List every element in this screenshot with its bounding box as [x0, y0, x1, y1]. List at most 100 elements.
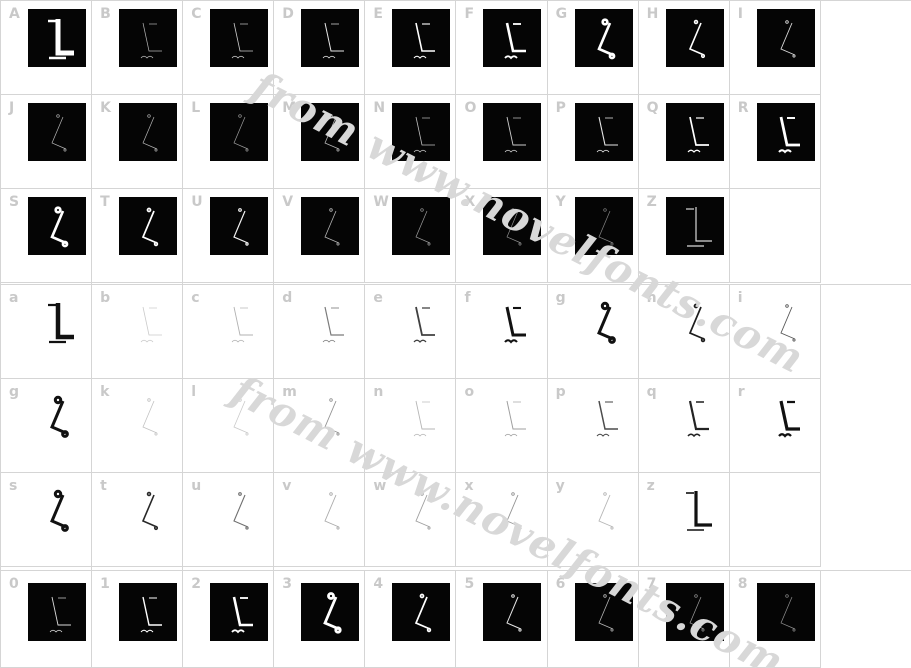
cell-label: s — [9, 478, 18, 494]
glyph-cell-lowercase-p[interactable]: p — [547, 379, 639, 473]
glyph-cell-lowercase-v[interactable]: v — [274, 473, 366, 567]
glyph-cell-lowercase-b[interactable]: b — [92, 285, 184, 379]
glyph-cell-uppercase-M[interactable]: M — [274, 95, 366, 189]
cell-label: W — [373, 194, 389, 210]
glyph-cell-lowercase-u[interactable]: u — [183, 473, 275, 567]
glyph-cell-uppercase-Y[interactable]: Y — [547, 189, 639, 283]
glyph-tile — [666, 293, 724, 351]
glyph-cell-digits-1[interactable]: 1 — [92, 571, 184, 668]
cell-label: t — [100, 478, 107, 494]
glyph-cell-lowercase-f[interactable]: f — [456, 285, 548, 379]
glyph-tile — [574, 103, 633, 161]
cell-label: G — [555, 6, 568, 22]
cell-label: F — [464, 6, 475, 22]
glyph-cell-lowercase-y[interactable]: y — [547, 473, 639, 567]
glyph-cell-digits-6[interactable]: 6 — [547, 571, 639, 668]
glyph-cell-uppercase-R[interactable]: R — [729, 95, 821, 189]
glyph-cell-lowercase-c[interactable]: c — [183, 285, 275, 379]
glyph-cell-uppercase-T[interactable]: T — [92, 189, 184, 283]
glyph-tile — [119, 103, 178, 161]
glyph-cell-uppercase-J[interactable]: J — [1, 95, 93, 189]
glyph-cell-lowercase-n[interactable]: n — [365, 379, 457, 473]
cell-label: m — [282, 384, 297, 400]
glyph-cell-digits-3[interactable]: 3 — [274, 571, 366, 668]
glyph-cell-lowercase-e[interactable]: e — [365, 285, 457, 379]
glyph-tile — [119, 387, 177, 445]
glyph-cell-lowercase-x[interactable]: x — [456, 473, 548, 567]
glyph-cell-uppercase-B[interactable]: B — [92, 1, 184, 95]
glyph-cell-digits-5[interactable]: 5 — [456, 571, 548, 668]
glyph-tile — [665, 9, 724, 67]
glyph-cell-uppercase-Z[interactable]: Z — [638, 189, 730, 283]
glyph-cell-uppercase-L[interactable]: L — [183, 95, 275, 189]
glyph-tile — [665, 103, 724, 161]
glyph-cell-lowercase-l[interactable]: l — [183, 379, 275, 473]
glyph-cell-uppercase-H[interactable]: H — [638, 1, 730, 95]
cell-label: f — [464, 290, 471, 306]
cell-label: I — [737, 6, 743, 22]
glyph-cell-lowercase-a[interactable]: a — [1, 285, 93, 379]
glyph-cell-uppercase-A[interactable]: A — [1, 1, 93, 95]
glyph-cell-digits-8[interactable]: 8 — [729, 571, 821, 668]
cell-label: B — [100, 6, 111, 22]
glyph-cell-digits-7[interactable]: 7 — [638, 571, 730, 668]
glyph-cell-lowercase-q[interactable]: q — [638, 379, 730, 473]
cell-label: J — [9, 100, 15, 116]
glyph-cell-uppercase-X[interactable]: X — [456, 189, 548, 283]
glyph-cell-lowercase-m[interactable]: m — [274, 379, 366, 473]
glyph-cell-lowercase-r[interactable]: r — [729, 379, 821, 473]
glyph-cell-uppercase-C[interactable]: C — [183, 1, 275, 95]
glyph-tile — [210, 583, 269, 641]
glyph-tile — [392, 583, 451, 641]
cell-label: M — [282, 100, 297, 116]
glyph-cell-uppercase-D[interactable]: D — [274, 1, 366, 95]
cell-label: P — [555, 100, 566, 116]
glyph-cell-lowercase-w[interactable]: w — [365, 473, 457, 567]
glyph-tile — [756, 9, 815, 67]
glyph-cell-uppercase-Q[interactable]: Q — [638, 95, 730, 189]
glyph-cell-digits-2[interactable]: 2 — [183, 571, 275, 668]
glyph-cell-uppercase-S[interactable]: S — [1, 189, 93, 283]
glyph-cell-lowercase-k[interactable]: k — [92, 379, 184, 473]
glyph-cell-uppercase-K[interactable]: K — [92, 95, 184, 189]
cell-label: R — [737, 100, 749, 116]
glyph-cell-lowercase-g[interactable]: g — [1, 379, 93, 473]
glyph-cell-uppercase-W[interactable]: W — [365, 189, 457, 283]
glyph-tile — [28, 103, 86, 161]
glyph-cell-lowercase-d[interactable]: d — [274, 285, 366, 379]
glyph-cell-lowercase-o[interactable]: o — [456, 379, 548, 473]
glyph-tile — [119, 197, 178, 255]
cell-label: U — [191, 194, 203, 210]
glyph-cell-uppercase-G[interactable]: G — [547, 1, 639, 95]
glyph-cell-lowercase-g[interactable]: g — [547, 285, 639, 379]
glyph-cell-digits-4[interactable]: 4 — [365, 571, 457, 668]
glyph-tile — [210, 103, 269, 161]
glyph-cell-digits-0[interactable]: 0 — [1, 571, 93, 668]
cell-label: d — [282, 290, 293, 306]
glyph-tile — [483, 481, 541, 539]
glyph-cell-uppercase-O[interactable]: O — [456, 95, 548, 189]
glyph-cell-uppercase-N[interactable]: N — [365, 95, 457, 189]
cell-label: k — [100, 384, 110, 400]
cell-label: K — [100, 100, 111, 116]
glyph-cell-uppercase-E[interactable]: E — [365, 1, 457, 95]
glyph-cell-lowercase-h[interactable]: h — [638, 285, 730, 379]
glyph-cell-uppercase-U[interactable]: U — [183, 189, 275, 283]
glyph-tile — [665, 583, 724, 641]
glyph-tile — [666, 387, 724, 445]
glyph-cell-uppercase-P[interactable]: P — [547, 95, 639, 189]
cell-label: v — [282, 478, 292, 494]
glyph-cell-lowercase-t[interactable]: t — [92, 473, 184, 567]
glyph-cell-uppercase-I[interactable]: I — [729, 1, 821, 95]
cell-label: 6 — [555, 576, 566, 592]
glyph-cell-uppercase-F[interactable]: F — [456, 1, 548, 95]
glyph-cell-lowercase-i[interactable]: i — [729, 285, 821, 379]
glyph-cell-lowercase-z[interactable]: z — [638, 473, 730, 567]
character-map-page: from www.novelfonts.com from www.novelfo… — [0, 0, 911, 668]
glyph-tile — [301, 481, 359, 539]
glyph-tile — [301, 197, 360, 255]
glyph-cell-lowercase-s[interactable]: s — [1, 473, 93, 567]
glyph-cell-uppercase-V[interactable]: V — [274, 189, 366, 283]
glyph-tile — [483, 103, 542, 161]
glyph-tile — [210, 481, 268, 539]
